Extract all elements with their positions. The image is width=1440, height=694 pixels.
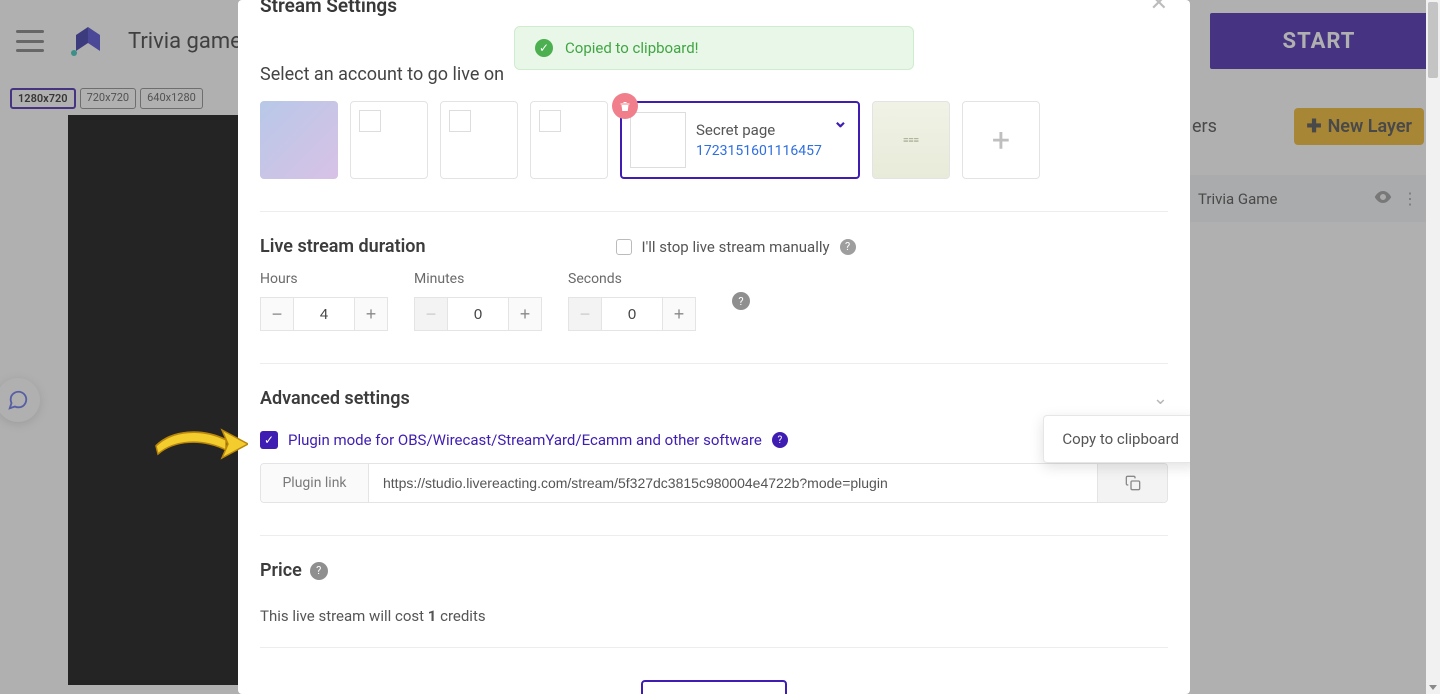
account-selected[interactable]: Secret page 1723151601116457 ⌄ <box>620 101 860 179</box>
help-icon[interactable]: ? <box>840 239 856 255</box>
manual-stop-option[interactable]: I'll stop live stream manually ? <box>616 238 856 256</box>
close-icon[interactable]: ✕ <box>1150 0 1168 16</box>
check-circle-icon: ✓ <box>535 39 553 57</box>
scroll-down-icon[interactable] <box>1429 685 1437 690</box>
copy-button[interactable] <box>1097 464 1167 502</box>
scrollbar-thumb[interactable] <box>1428 2 1438 78</box>
minutes-stepper: − + <box>414 297 542 331</box>
help-icon[interactable]: ? <box>772 432 788 448</box>
divider <box>260 211 1168 212</box>
plugin-mode-label: Plugin mode for OBS/Wirecast/StreamYard/… <box>288 431 762 449</box>
toast-message: Copied to clipboard! <box>565 39 699 57</box>
hours-input[interactable] <box>294 297 354 331</box>
plugin-link-input[interactable] <box>369 464 1097 502</box>
plugin-mode-row[interactable]: ✓ Plugin mode for OBS/Wirecast/StreamYar… <box>260 431 1168 449</box>
trash-icon[interactable] <box>612 93 638 119</box>
hours-minus[interactable]: − <box>260 297 294 331</box>
account-list: Secret page 1723151601116457 ⌄ ≡≡≡ + <box>260 101 1168 179</box>
chevron-down-icon[interactable]: ⌄ <box>833 111 848 132</box>
seconds-minus[interactable]: − <box>568 297 602 331</box>
manual-stop-label: I'll stop live stream manually <box>642 238 830 256</box>
account-avatar <box>630 112 686 168</box>
stream-settings-modal: Stream Settings ✕ ✓ Copied to clipboard!… <box>238 0 1190 694</box>
minutes-label: Minutes <box>414 271 542 287</box>
account-option-6[interactable]: ≡≡≡ <box>872 101 950 179</box>
plugin-mode-checkbox[interactable]: ✓ <box>260 431 278 449</box>
chevron-down-icon[interactable]: ⌄ <box>1153 388 1168 409</box>
minutes-input[interactable] <box>448 297 508 331</box>
annotation-arrow <box>152 424 248 462</box>
help-icon[interactable]: ? <box>310 562 328 580</box>
account-option-1[interactable] <box>260 101 338 179</box>
copy-tooltip: Copy to clipboard <box>1043 415 1190 463</box>
duration-controls: Hours − + Minutes − + Seconds − + ? <box>260 271 1168 331</box>
page-scrollbar[interactable] <box>1426 0 1440 694</box>
divider <box>260 363 1168 364</box>
hours-label: Hours <box>260 271 388 287</box>
account-option-2[interactable] <box>350 101 428 179</box>
price-description: This live stream will cost 1 credits <box>260 607 1168 625</box>
account-name: Secret page <box>696 121 822 139</box>
advanced-title: Advanced settings <box>260 388 410 409</box>
add-account-button[interactable]: + <box>962 101 1040 179</box>
seconds-label: Seconds <box>568 271 696 287</box>
price-title: Price <box>260 560 302 581</box>
save-button[interactable]: Save <box>641 680 787 694</box>
plugin-link-label: Plugin link <box>261 464 369 502</box>
divider <box>260 535 1168 536</box>
toast-copied: ✓ Copied to clipboard! <box>514 26 914 70</box>
hours-plus[interactable]: + <box>354 297 388 331</box>
duration-title: Live stream duration <box>260 236 426 257</box>
account-id: 1723151601116457 <box>696 143 822 159</box>
seconds-input[interactable] <box>602 297 662 331</box>
account-option-3[interactable] <box>440 101 518 179</box>
hours-stepper: − + <box>260 297 388 331</box>
plugin-link-row: Plugin link <box>260 463 1168 503</box>
seconds-stepper: − + <box>568 297 696 331</box>
minutes-plus[interactable]: + <box>508 297 542 331</box>
account-option-4[interactable] <box>530 101 608 179</box>
duration-help-icon[interactable]: ? <box>732 292 750 310</box>
minutes-minus[interactable]: − <box>414 297 448 331</box>
seconds-plus[interactable]: + <box>662 297 696 331</box>
divider <box>260 647 1168 648</box>
advanced-settings-header[interactable]: Advanced settings ⌄ <box>260 388 1168 409</box>
modal-title: Stream Settings <box>260 0 397 17</box>
manual-stop-checkbox[interactable] <box>616 239 632 255</box>
